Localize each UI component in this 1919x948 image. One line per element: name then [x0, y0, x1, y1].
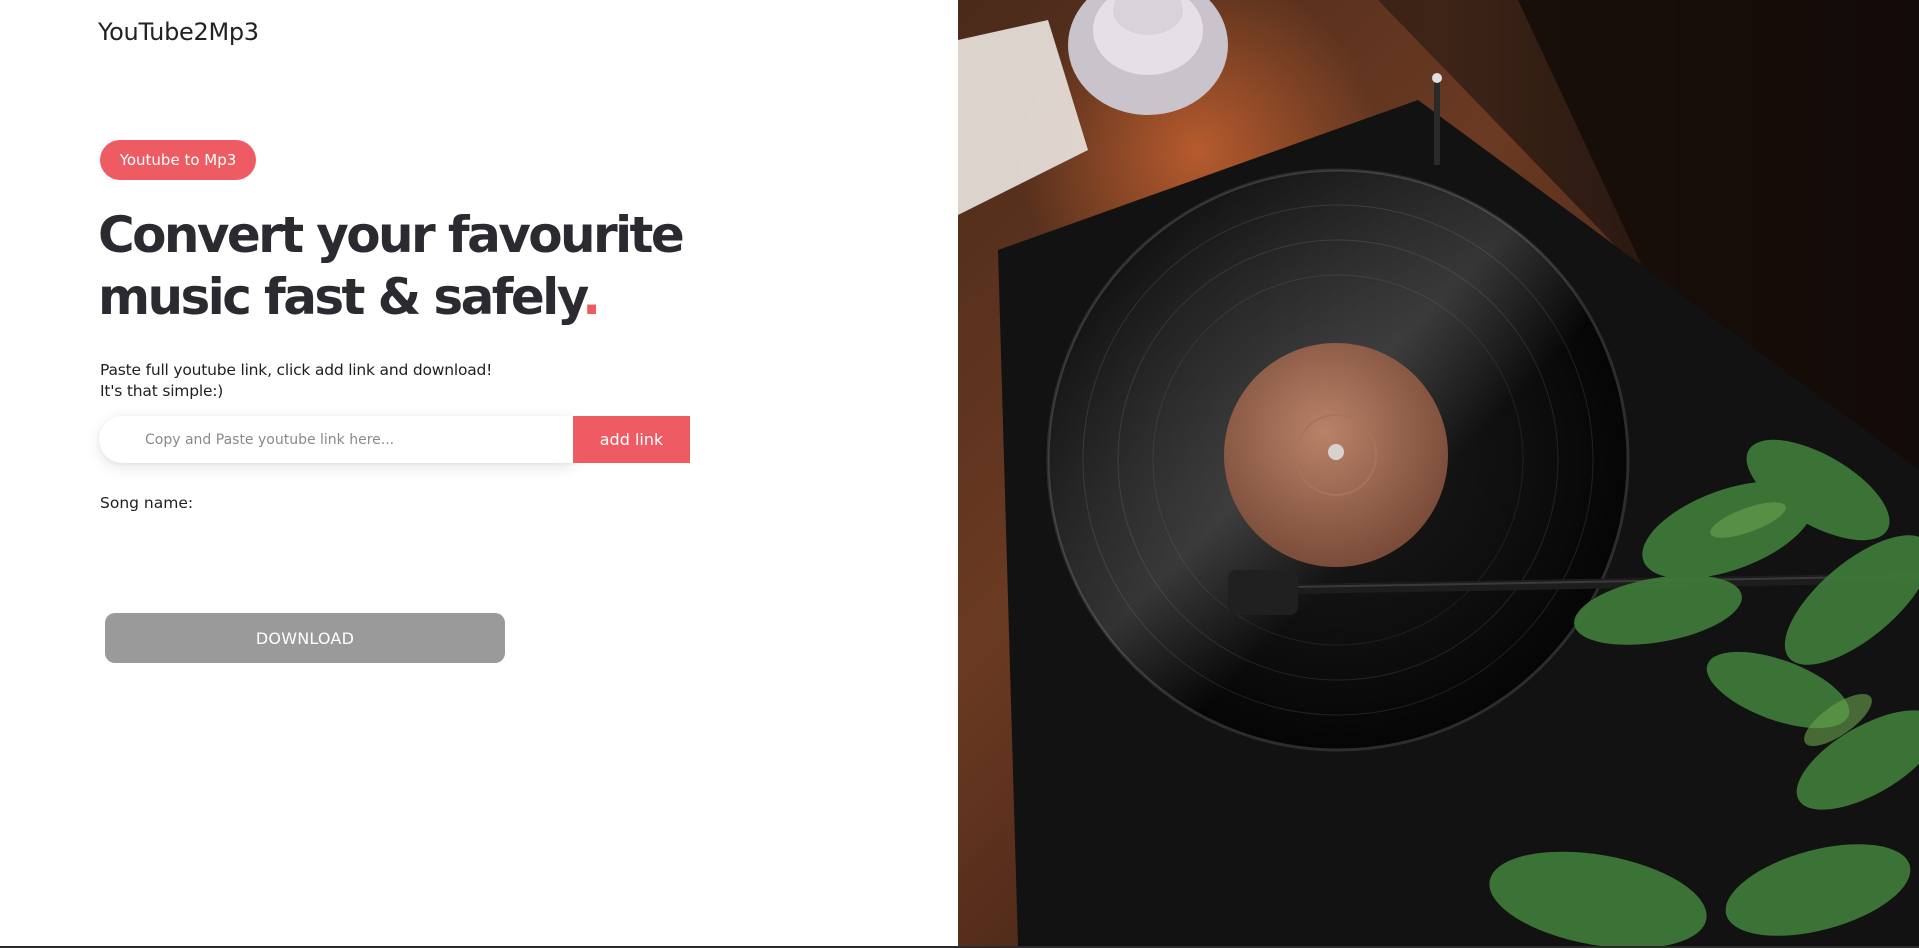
youtube-link-input[interactable]	[99, 416, 565, 463]
instructions-text: Paste full youtube link, click add link …	[100, 360, 492, 402]
hero-headline: Convert your favourite music fast & safe…	[98, 204, 685, 328]
site-logo[interactable]: YouTube2Mp3	[98, 18, 259, 46]
headline-line-1: Convert your favourite	[98, 206, 685, 264]
link-input-container	[99, 416, 573, 463]
left-panel: YouTube2Mp3 Youtube to Mp3 Convert your …	[0, 0, 958, 946]
instructions-line-2: It's that simple:)	[100, 382, 224, 400]
instructions-line-1: Paste full youtube link, click add link …	[100, 361, 493, 379]
add-link-button[interactable]: add link	[573, 416, 690, 463]
hero-badge: Youtube to Mp3	[100, 140, 256, 180]
headline-line-2: music fast & safely	[98, 268, 585, 326]
headline-accent-dot: .	[582, 268, 601, 326]
song-name-label: Song name:	[100, 494, 194, 512]
download-button[interactable]: DOWNLOAD	[105, 613, 505, 663]
page: YouTube2Mp3 Youtube to Mp3 Convert your …	[0, 0, 1919, 948]
record-player-image	[958, 0, 1919, 946]
